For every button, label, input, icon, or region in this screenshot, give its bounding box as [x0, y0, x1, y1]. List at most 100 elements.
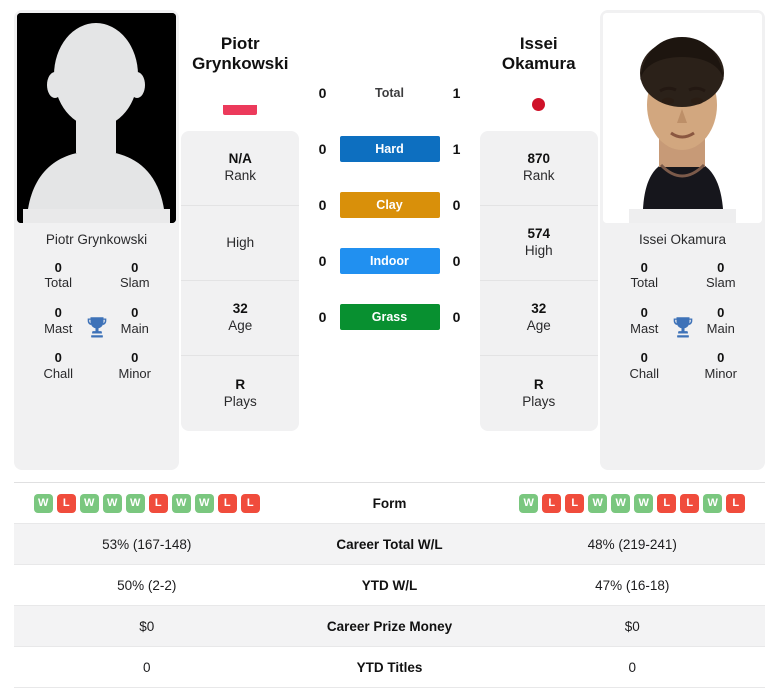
form-badge-win[interactable]: W [634, 493, 654, 513]
stat-value: 32 [232, 301, 248, 317]
title-value: 0 [131, 259, 139, 275]
row-label: YTD W/L [361, 577, 418, 593]
title-value: 0 [131, 349, 139, 365]
h2h-row-total: 0 Total 1 [302, 65, 478, 121]
table-row-form: WLWWWLWWLL Form WLLWWWLLWL [14, 483, 765, 524]
flag-stripe-red [223, 104, 258, 115]
stat-label: Rank [224, 168, 256, 184]
right-player-panel: Issei Okamura 0 Total 0 Slam 0 Mast 0 Ma… [600, 10, 765, 470]
row-label: Career Total W/L [336, 536, 443, 552]
stat-row: 574 High [479, 206, 598, 281]
right-last-name: Okamura [501, 54, 576, 74]
stat-value: N/A [228, 151, 252, 167]
title-label: Total [630, 275, 658, 291]
row-label: Career Prize Money [326, 618, 453, 634]
h2h-surface-badge-hard[interactable]: Hard [339, 136, 440, 162]
form-badge-win[interactable]: W [194, 493, 214, 513]
title-value: 0 [54, 349, 62, 365]
h2h-left-count: 0 [318, 85, 327, 101]
h2h-left-count: 0 [318, 309, 327, 325]
h2h-left-count: 0 [318, 141, 327, 157]
form-badge-loss[interactable]: L [657, 493, 677, 513]
stat-row: N/A Rank [181, 131, 300, 206]
form-badge-loss[interactable]: L [217, 493, 237, 513]
left-form-badges: WLWWWLWWLL [33, 493, 260, 513]
form-badge-win[interactable]: W [125, 493, 145, 513]
stat-label: Age [228, 318, 253, 334]
form-badge-loss[interactable]: L [680, 493, 700, 513]
h2h-surface-badge-clay[interactable]: Clay [339, 192, 440, 218]
form-badge-loss[interactable]: L [148, 493, 168, 513]
form-badge-win[interactable]: W [33, 493, 53, 513]
right-first-name: Issei [519, 34, 558, 53]
flag-stripe-white [223, 94, 258, 105]
title-label: Chall [43, 365, 74, 381]
form-badge-loss[interactable]: L [56, 493, 76, 513]
left-last-name: Grynkowski [192, 54, 289, 74]
h2h-surface-badge-indoor[interactable]: Indoor [339, 248, 440, 274]
table-row-ytd-wl: 50% (2-2) YTD W/L 47% (16-18) [14, 565, 765, 606]
h2h-right-count: 1 [452, 141, 461, 157]
left-player-photo [17, 13, 176, 223]
stat-row: 870 Rank [479, 131, 598, 206]
title-label: Total [44, 275, 72, 291]
left-player-stat-card: N/A Rank High 32 Age R Plays [181, 131, 300, 431]
h2h-right-count: 1 [452, 85, 461, 101]
poland-flag-icon [223, 94, 258, 115]
left-value: $0 [139, 618, 155, 634]
h2h-right-count: 0 [452, 197, 461, 213]
right-value: 48% (219-241) [587, 536, 677, 552]
trophy-icon [673, 317, 692, 338]
right-value: $0 [624, 618, 640, 634]
table-row-career-total-wl: 53% (167-148) Career Total W/L 48% (219-… [14, 524, 765, 565]
h2h-surface-badge-grass[interactable]: Grass [339, 304, 440, 330]
stat-label: Rank [522, 168, 555, 184]
title-cell: 0 Minor [97, 345, 174, 390]
stat-value: 574 [527, 226, 551, 242]
left-value: 50% (2-2) [117, 577, 177, 593]
stat-value: 870 [527, 151, 551, 167]
form-badge-loss[interactable]: L [565, 493, 585, 513]
table-row-career-prize-money: $0 Career Prize Money $0 [14, 606, 765, 647]
form-badge-loss[interactable]: L [240, 493, 260, 513]
title-cell: 0 Total [606, 255, 683, 300]
title-cell: 0 Slam [97, 255, 174, 300]
right-value: 47% (16-18) [595, 577, 670, 593]
right-player-title: Issei Okamura [502, 10, 576, 84]
stat-label: Plays [522, 393, 556, 409]
title-cell: 0 Slam [683, 255, 760, 300]
stat-row: 32 Age [181, 281, 300, 356]
form-badge-win[interactable]: W [611, 493, 631, 513]
stat-row: 32 Age [479, 281, 598, 356]
form-badge-win[interactable]: W [519, 493, 539, 513]
right-player-name: Issei Okamura [638, 232, 727, 247]
h2h-row-indoor: 0 Indoor 0 [302, 233, 478, 289]
form-badge-loss[interactable]: L [726, 493, 746, 513]
stat-value: R [235, 376, 246, 392]
form-badge-win[interactable]: W [171, 493, 191, 513]
title-label: Slam [705, 275, 736, 291]
player-headshot-image [603, 13, 762, 223]
h2h-surface-label: Total [375, 86, 404, 100]
right-form-badges: WLLWWWLLWL [519, 493, 746, 513]
form-badge-win[interactable]: W [703, 493, 723, 513]
flag-red-disc [532, 98, 546, 111]
form-badge-win[interactable]: W [102, 493, 122, 513]
title-label: Slam [119, 275, 150, 291]
h2h-right-count: 0 [452, 309, 461, 325]
form-badge-loss[interactable]: L [542, 493, 562, 513]
title-value: 0 [640, 259, 648, 275]
left-player-summary: Piotr Grynkowski N/A Rank High 32 Age R … [179, 10, 302, 470]
comparison-header: Piotr Grynkowski 0 Total 0 Slam 0 Mast 0… [0, 0, 779, 478]
form-badge-win[interactable]: W [588, 493, 608, 513]
form-badge-win[interactable]: W [79, 493, 99, 513]
right-form-cell: WLLWWWLLWL [500, 493, 766, 513]
h2h-row-clay: 0 Clay 0 [302, 177, 478, 233]
stat-value: 32 [531, 301, 547, 317]
right-value: 0 [628, 659, 636, 675]
left-player-name: Piotr Grynkowski [45, 232, 148, 247]
stat-row: R Plays [480, 356, 598, 431]
h2h-left-count: 0 [318, 253, 327, 269]
h2h-left-count: 0 [318, 197, 327, 213]
h2h-right-count: 0 [452, 253, 461, 269]
